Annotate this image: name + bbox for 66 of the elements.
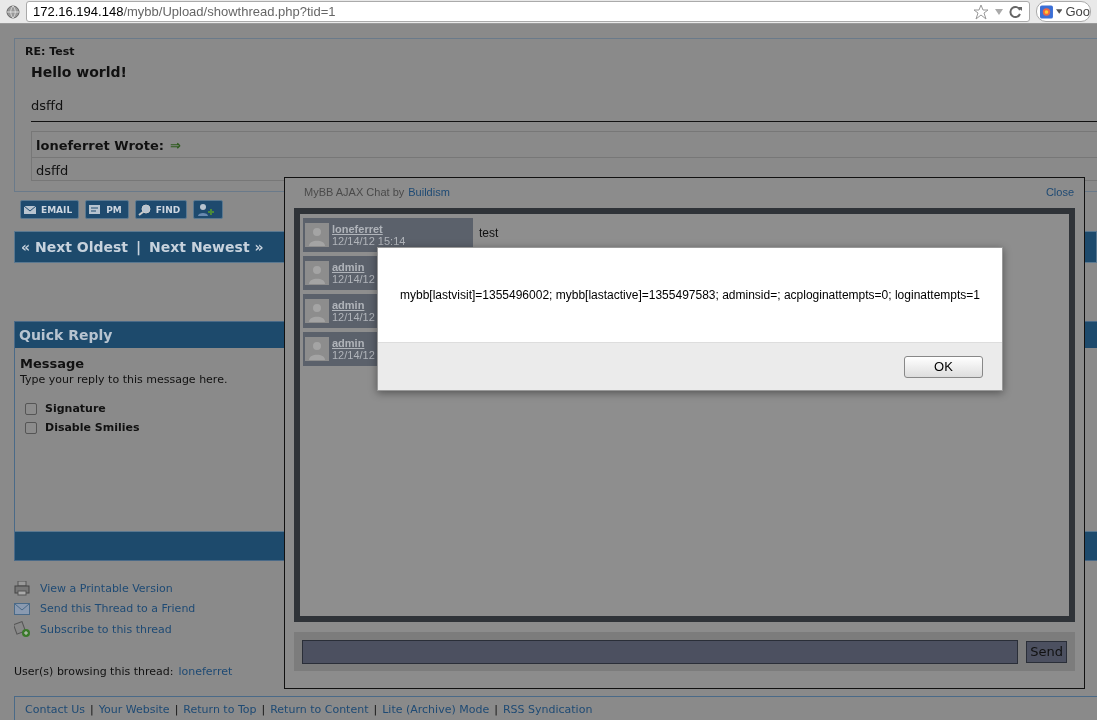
message-heading: Message bbox=[20, 356, 85, 371]
user-link[interactable]: loneferret bbox=[178, 665, 233, 678]
post-title: Hello world! bbox=[31, 64, 128, 80]
message-hint: Type your reply to this message here. bbox=[20, 373, 228, 386]
footer-separator: | bbox=[494, 703, 498, 716]
thread-tool-link[interactable]: Send this Thread to a Friend bbox=[40, 602, 196, 615]
footer-separator: | bbox=[373, 703, 378, 716]
footer-link[interactable]: Lite (Archive) Mode bbox=[382, 703, 490, 716]
printer-icon bbox=[14, 581, 30, 596]
quote-body: dsffd bbox=[35, 162, 70, 180]
star-icon[interactable] bbox=[973, 3, 989, 20]
envelope-icon bbox=[14, 602, 30, 615]
message-icon bbox=[88, 203, 103, 216]
chat-time: 12/14/12 15:14 bbox=[332, 235, 406, 247]
checkbox[interactable] bbox=[25, 421, 37, 434]
find-button[interactable]: FIND bbox=[134, 200, 188, 219]
browsing-label: User(s) browsing this thread: bbox=[14, 665, 174, 678]
next-oldest-link[interactable]: « Next Oldest bbox=[21, 239, 128, 255]
search-text: Goo bbox=[1065, 4, 1090, 19]
search-field[interactable]: Goo bbox=[1036, 1, 1091, 22]
close-link[interactable]: Close bbox=[1045, 186, 1074, 198]
search-icon bbox=[137, 203, 152, 216]
address-bar[interactable]: 172.16.194.148/mybb/Upload/showthread.php?tid=1 bbox=[26, 1, 1030, 22]
nav-separator: | bbox=[135, 239, 142, 255]
footer-link[interactable]: Return to Content bbox=[270, 703, 369, 716]
footer-separator: | bbox=[261, 703, 266, 716]
envelope-icon bbox=[23, 203, 37, 216]
globe-icon bbox=[6, 4, 20, 19]
thread-tool-link[interactable]: View a Printable Version bbox=[40, 582, 173, 595]
chat-username[interactable]: admin bbox=[332, 337, 375, 349]
chat-time: 12/14/12 bbox=[332, 311, 375, 323]
ok-button[interactable]: OK bbox=[904, 355, 983, 378]
footer-link[interactable]: Your Website bbox=[98, 703, 170, 716]
search-engine-icon bbox=[1040, 4, 1053, 19]
subscribe-icon bbox=[14, 621, 30, 637]
email-button[interactable]: EMAIL bbox=[20, 200, 80, 219]
pm-button[interactable]: PM bbox=[85, 200, 129, 219]
post-subject: RE: Test bbox=[25, 45, 76, 58]
alert-message: mybb[lastvisit]=1355496002; mybb[lastactive]=1355497583; adminsid=; acploginattempts=0; loginattempts=1 bbox=[399, 288, 980, 302]
chat-username[interactable]: admin bbox=[332, 261, 375, 273]
chat-username[interactable]: admin bbox=[332, 299, 375, 311]
checkbox[interactable] bbox=[25, 402, 37, 415]
post-body: dsffd bbox=[31, 98, 1097, 122]
send-button[interactable]: Send bbox=[1026, 640, 1067, 663]
option-label: Disable Smilies bbox=[45, 421, 140, 434]
chat-username[interactable]: loneferret bbox=[332, 223, 406, 235]
chat-input[interactable] bbox=[302, 639, 1019, 664]
footer-link[interactable]: RSS Syndication bbox=[502, 703, 593, 716]
chat-time: 12/14/12 bbox=[332, 273, 375, 285]
author-link[interactable]: Buildism bbox=[408, 186, 450, 198]
chat-title: MyBB AJAX Chat by bbox=[304, 186, 405, 198]
quote-header: loneferret Wrote: bbox=[36, 138, 164, 153]
footer-link[interactable]: Contact Us bbox=[25, 703, 86, 716]
footer-separator: | bbox=[90, 703, 94, 716]
chat-message: test bbox=[479, 225, 499, 240]
quote-link[interactable]: ⇒ bbox=[170, 138, 181, 153]
next-newest-link[interactable]: Next Newest » bbox=[149, 239, 264, 255]
footer-separator: | bbox=[174, 703, 179, 716]
option-label: Signature bbox=[45, 402, 106, 415]
footer-link[interactable]: Return to Top bbox=[183, 703, 257, 716]
add-user-icon bbox=[196, 202, 217, 217]
thread-tool-link[interactable]: Subscribe to this thread bbox=[40, 622, 172, 636]
dropdown-icon[interactable] bbox=[1055, 8, 1063, 15]
reload-icon[interactable] bbox=[1009, 4, 1023, 19]
add-buddy-button[interactable] bbox=[193, 200, 224, 219]
chat-time: 12/14/12 bbox=[332, 349, 375, 361]
